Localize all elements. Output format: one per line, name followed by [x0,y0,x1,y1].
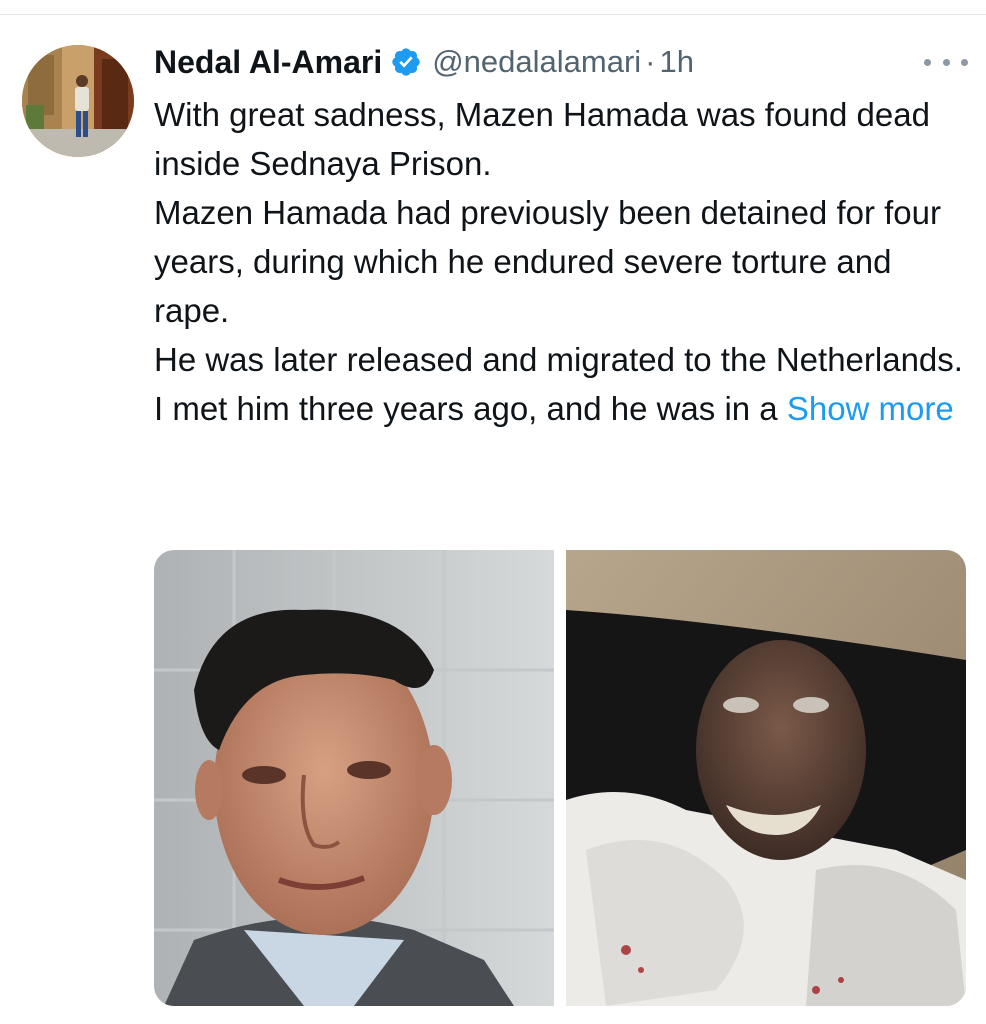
author-avatar[interactable] [22,45,134,157]
tweet-paragraph: With great sadness, Mazen Hamada was fou… [154,96,930,182]
tweet-paragraph: Mazen Hamada had previously been detaine… [154,194,941,329]
media-grid [154,550,966,1006]
tweet-text: With great sadness, Mazen Hamada was fou… [154,90,974,433]
tweet-paragraph-truncated: I met him three years ago, and he was in… [154,384,974,433]
top-divider [0,14,986,15]
author-handle[interactable]: @nedalalamari [432,44,641,80]
tweet-paragraph: He was later released and migrated to th… [154,341,963,378]
dot-icon [942,58,950,66]
dot-icon [924,58,931,66]
photo-body-bag[interactable] [566,550,966,1006]
author-name[interactable]: Nedal Al-Amari [154,44,382,81]
more-horizontal-icon[interactable] [924,50,968,74]
separator-dot: · [645,44,656,79]
verified-badge-icon [390,46,422,78]
media-gap [554,550,566,1006]
tweet-header: Nedal Al-Amari @nedalalamari · 1h [154,40,694,84]
show-more-link[interactable]: Show more [787,390,954,427]
tweet-last-line: I met him three years ago, and he was in… [154,390,778,427]
photo-portrait-crying[interactable] [154,550,554,1006]
timestamp[interactable]: 1h [660,44,694,80]
dot-icon [961,58,968,66]
